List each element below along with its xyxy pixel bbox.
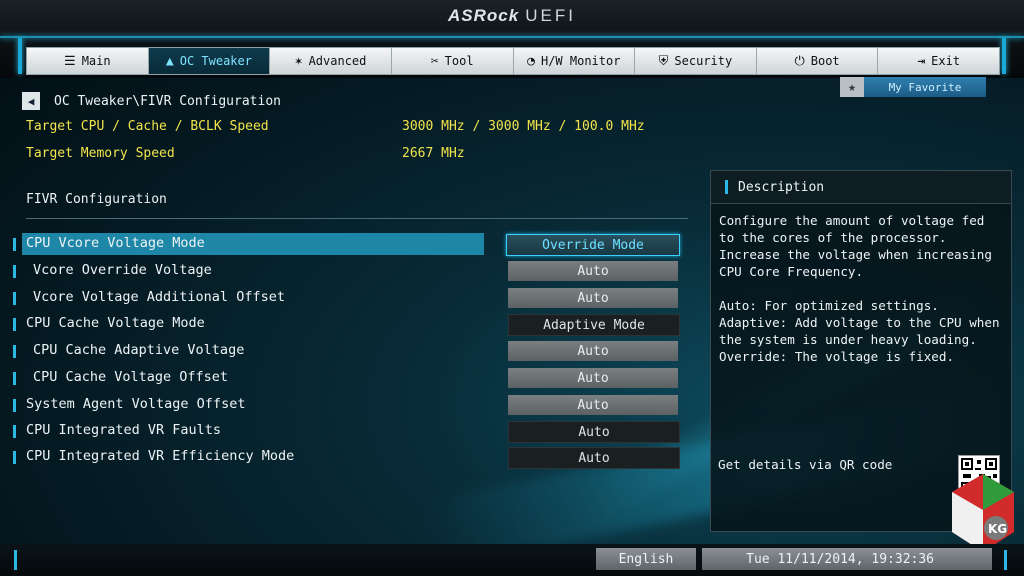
setting-label: CPU Integrated VR Efficiency Mode	[26, 448, 295, 464]
row-marker	[13, 265, 16, 278]
setting-label: CPU Integrated VR Faults	[26, 422, 222, 438]
description-line: Auto: For optimized settings.	[719, 298, 939, 313]
setting-value-dropdown[interactable]: Adaptive Mode	[508, 314, 680, 336]
setting-row-cpu-cache-voltage-mode[interactable]: CPU Cache Voltage Mode Adaptive Mode	[0, 313, 690, 336]
back-icon[interactable]: ◀	[22, 92, 40, 110]
tab-label: Main	[81, 54, 111, 68]
tab-label: Exit	[931, 54, 961, 68]
tab-label: Tool	[444, 54, 474, 68]
setting-row-cpu-integrated-vr-faults[interactable]: CPU Integrated VR Faults Auto	[0, 420, 690, 443]
header-edge-left	[18, 38, 22, 74]
main-tab-bar: ☰ Main ▲ OC Tweaker ✶ Advanced ✂ Tool ◔ H/W M…	[26, 47, 1000, 75]
setting-row-vcore-override-voltage[interactable]: Vcore Override Voltage Auto	[0, 260, 690, 282]
tab-boot[interactable]: ⏻ Boot	[757, 48, 879, 74]
qr-caption: Get details via QR code	[718, 457, 893, 472]
brand-name: ASRock	[448, 6, 520, 25]
info-label-memory-speed: Target Memory Speed	[26, 146, 175, 161]
my-favorite-button[interactable]: ★ My Favorite	[840, 77, 986, 97]
breadcrumb-path: OC Tweaker\FIVR Configuration	[54, 93, 281, 109]
tab-label: Security	[674, 54, 733, 68]
setting-row-cpu-cache-adaptive-voltage[interactable]: CPU Cache Adaptive Voltage Auto	[0, 340, 690, 362]
monitor-icon: ◔	[527, 53, 535, 69]
setting-label: CPU Cache Voltage Offset	[33, 369, 229, 385]
footer-marker-right	[1004, 550, 1007, 570]
info-label-cpu-speed: Target CPU / Cache / BCLK Speed	[26, 119, 269, 134]
header-divider	[0, 36, 1024, 38]
setting-value-dropdown[interactable]: Override Mode	[506, 234, 680, 256]
footer: English Tue 11/11/2014, 19:32:36	[0, 544, 1024, 576]
header-marker	[725, 180, 728, 194]
brand-logo: ASRock UEFI	[0, 6, 1024, 26]
shield-icon: ⛨	[658, 53, 669, 69]
tab-exit[interactable]: ⇥ Exit	[878, 48, 999, 74]
tab-label: Advanced	[308, 54, 367, 68]
row-marker	[13, 345, 16, 358]
description-line: Override: The voltage is fixed.	[719, 349, 955, 364]
rocket-icon: ▲	[165, 53, 174, 69]
setting-value-field[interactable]: Auto	[508, 395, 678, 415]
row-marker	[13, 292, 16, 305]
setting-value-field[interactable]: Auto	[508, 288, 678, 308]
description-body: Configure the amount of voltage fed to t…	[711, 204, 1011, 365]
setting-label: Vcore Override Voltage	[33, 262, 212, 278]
setting-value-field[interactable]: Auto	[508, 368, 678, 388]
svg-text:KG: KG	[988, 522, 1007, 536]
row-marker	[13, 318, 16, 331]
setting-label: Vcore Voltage Additional Offset	[33, 289, 285, 305]
language-button[interactable]: English	[596, 548, 696, 570]
tab-tool[interactable]: ✂ Tool	[392, 48, 514, 74]
tab-label: OC Tweaker	[179, 54, 252, 68]
section-title: FIVR Configuration	[26, 192, 167, 207]
row-marker	[13, 372, 16, 385]
tab-oc-tweaker[interactable]: ▲ OC Tweaker	[148, 48, 271, 74]
list-icon: ☰	[64, 53, 76, 69]
brand-product: UEFI	[525, 6, 576, 25]
tab-security[interactable]: ⛨ Security	[635, 48, 757, 74]
exit-icon: ⇥	[917, 53, 926, 69]
row-marker	[13, 238, 16, 251]
setting-row-cpu-integrated-vr-efficiency-mode[interactable]: CPU Integrated VR Efficiency Mode Auto	[0, 446, 690, 469]
header: ASRock UEFI ☰ Main ▲ OC Tweaker ✶ Advanced ✂…	[0, 0, 1024, 78]
tab-main[interactable]: ☰ Main	[27, 48, 149, 74]
tools-icon: ✂	[430, 53, 439, 69]
setting-label: CPU Cache Voltage Mode	[26, 315, 205, 331]
tab-label: Boot	[810, 54, 840, 68]
tab-label: H/W Monitor	[540, 54, 621, 68]
setting-row-cpu-vcore-voltage-mode[interactable]: CPU Vcore Voltage Mode Override Mode	[0, 233, 690, 256]
tab-hw-monitor[interactable]: ◔ H/W Monitor	[514, 48, 636, 74]
footer-marker-left	[14, 550, 17, 570]
setting-row-cpu-cache-voltage-offset[interactable]: CPU Cache Voltage Offset Auto	[0, 367, 690, 389]
row-marker	[13, 451, 16, 464]
my-favorite-label: My Favorite	[864, 77, 986, 97]
description-line: Adaptive: Add voltage to the CPU when th…	[719, 315, 1000, 347]
datetime-display[interactable]: Tue 11/11/2014, 19:32:36	[702, 548, 992, 570]
star-icon: ★	[840, 77, 864, 97]
setting-value-dropdown[interactable]: Auto	[508, 421, 680, 443]
setting-label: CPU Cache Adaptive Voltage	[33, 342, 245, 358]
setting-value-field[interactable]: Auto	[508, 261, 678, 281]
setting-row-system-agent-voltage-offset[interactable]: System Agent Voltage Offset Auto	[0, 394, 690, 416]
setting-row-vcore-voltage-additional-offset[interactable]: Vcore Voltage Additional Offset Auto	[0, 287, 690, 309]
tab-advanced[interactable]: ✶ Advanced	[270, 48, 392, 74]
info-value-cpu-speed: 3000 MHz / 3000 MHz / 100.0 MHz	[402, 119, 645, 134]
header-edge-right	[1002, 38, 1006, 74]
description-paragraph: Configure the amount of voltage fed to t…	[719, 213, 992, 279]
setting-value-dropdown[interactable]: Auto	[508, 447, 680, 469]
row-marker	[13, 425, 16, 438]
power-icon: ⏻	[794, 53, 805, 69]
description-title: Description	[738, 179, 825, 195]
star-icon: ✶	[294, 53, 303, 69]
info-value-memory-speed: 2667 MHz	[402, 146, 465, 161]
section-divider	[26, 218, 688, 219]
description-header: Description	[711, 171, 1011, 204]
row-marker	[13, 399, 16, 412]
setting-value-field[interactable]: Auto	[508, 341, 678, 361]
breadcrumb: ◀ OC Tweaker\FIVR Configuration	[22, 92, 281, 110]
setting-label: CPU Vcore Voltage Mode	[26, 235, 205, 251]
setting-label: System Agent Voltage Offset	[26, 396, 246, 412]
